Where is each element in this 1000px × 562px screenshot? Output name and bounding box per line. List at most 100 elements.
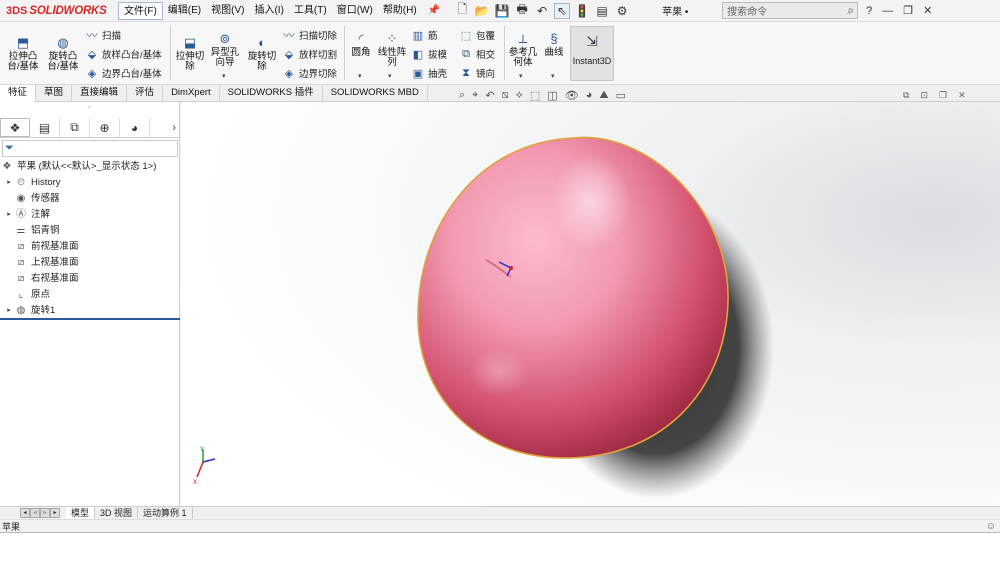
tab-mbd[interactable]: SOLIDWORKS MBD bbox=[323, 85, 428, 102]
fillet-button[interactable]: ◜ 圆角 bbox=[348, 32, 374, 58]
configuration-manager-tab-icon[interactable]: ⧉ bbox=[60, 118, 90, 137]
extrude-cut-button[interactable]: ⬓ 拉伸切除 bbox=[174, 36, 206, 72]
status-help-icon[interactable]: ☺ bbox=[986, 521, 996, 532]
tab-features[interactable]: 特征 bbox=[0, 85, 37, 102]
rib-button[interactable]: ▥ 筋 bbox=[410, 27, 438, 43]
rebuild-icon[interactable]: 🚦 bbox=[574, 4, 590, 18]
undo-icon[interactable]: ↶ bbox=[534, 4, 550, 18]
options-gear-icon[interactable]: ⚙ bbox=[614, 4, 630, 18]
menu-insert[interactable]: 插入(I) bbox=[249, 2, 288, 20]
zoom-to-fit-icon[interactable]: ⌕ bbox=[459, 89, 465, 102]
expand-arrow-icon[interactable]: ▸ bbox=[4, 207, 14, 223]
tab-evaluate[interactable]: 评估 bbox=[127, 85, 164, 102]
print-icon[interactable]: 🖶 bbox=[514, 0, 530, 21]
zoom-area-icon[interactable]: ⌖ bbox=[472, 89, 478, 102]
tree-item-history[interactable]: ▸ ⏲ History bbox=[0, 175, 180, 191]
revolve-boss-button[interactable]: ◍ 旋转凸 台/基体 bbox=[44, 36, 82, 72]
rollback-bar[interactable] bbox=[0, 318, 180, 320]
tree-item-revolve1[interactable]: ▸ ◍ 旋转1 bbox=[0, 303, 180, 319]
solidworks-logo[interactable]: 3DS SOLIDWORKS bbox=[0, 0, 118, 22]
tree-item-sensors[interactable]: ◉ 传感器 bbox=[0, 191, 180, 207]
graphics-area[interactable]: Y X bbox=[181, 102, 1000, 516]
expand-arrow-icon[interactable]: ▸ bbox=[4, 175, 14, 191]
loft-cut-button[interactable]: ⬙ 放样切割 bbox=[281, 46, 337, 62]
new-document-icon[interactable]: 🗋 bbox=[454, 0, 470, 21]
apple-model-render[interactable]: Y X bbox=[181, 102, 1000, 516]
menu-tools[interactable]: 工具(T) bbox=[289, 2, 332, 20]
linear-pattern-button[interactable]: ⁘ 线性阵列 bbox=[376, 32, 408, 68]
display-manager-tab-icon[interactable]: ◕ bbox=[120, 118, 150, 137]
boundary-boss-button[interactable]: ◈ 边界凸台/基体 bbox=[84, 65, 162, 81]
section-view-icon[interactable]: ⧅ bbox=[502, 89, 509, 102]
tree-item-material[interactable]: ⚌ 铝青铜 bbox=[0, 223, 180, 239]
reference-geometry-button[interactable]: ⟂ 参考几 何体 bbox=[507, 32, 539, 68]
last-tab-icon[interactable]: ▸ bbox=[50, 507, 60, 518]
tree-root-part[interactable]: ❖ 苹果 (默认<<默认>_显示状态 1>) bbox=[0, 159, 180, 175]
fillet-dropdown-icon[interactable]: ▾ bbox=[358, 72, 362, 80]
feature-filter[interactable]: ⏷ bbox=[2, 140, 178, 157]
tree-item-origin[interactable]: ⌞ 原点 bbox=[0, 287, 180, 303]
hole-wizard-dropdown-icon[interactable]: ▾ bbox=[222, 72, 226, 80]
next-tab-icon[interactable]: ▹ bbox=[40, 507, 50, 518]
feature-tree-tab-icon[interactable]: ❖ bbox=[0, 118, 30, 137]
menu-view[interactable]: 视图(V) bbox=[206, 2, 249, 20]
pin-icon[interactable]: 📌 bbox=[428, 5, 440, 16]
tab-sketch[interactable]: 草图 bbox=[36, 85, 73, 102]
instant3d-button[interactable]: ⇲ Instant3D bbox=[570, 26, 614, 81]
first-tab-icon[interactable]: ◂ bbox=[20, 507, 30, 518]
sweep-cut-button[interactable]: 〰扫描切除 bbox=[281, 27, 338, 43]
sweep-button[interactable]: 〰扫描 bbox=[84, 27, 122, 43]
help-question-icon[interactable]: ? bbox=[866, 5, 872, 17]
property-manager-tab-icon[interactable]: ▤ bbox=[30, 118, 60, 137]
close-icon[interactable]: ✕ bbox=[923, 4, 932, 17]
display-style-icon[interactable]: ◫ bbox=[547, 89, 557, 102]
file-properties-icon[interactable]: ▤ bbox=[594, 4, 610, 18]
search-commands-box[interactable]: 搜索命令 ⌕ bbox=[722, 2, 859, 19]
menu-window[interactable]: 窗口(W) bbox=[332, 2, 378, 20]
search-icon[interactable]: ⌕ bbox=[847, 3, 857, 18]
revolve-cut-button[interactable]: ◐ 旋转切除 bbox=[245, 36, 279, 72]
menu-edit[interactable]: 编辑(E) bbox=[163, 2, 206, 20]
viewport-restore-icon[interactable]: ❐ bbox=[939, 90, 947, 101]
tree-item-right-plane[interactable]: ⧄ 右视基准面 bbox=[0, 271, 180, 287]
minimize-icon[interactable]: — bbox=[882, 5, 893, 17]
dynamic-annotation-icon[interactable]: ⟡ bbox=[516, 89, 523, 102]
tree-item-annotations[interactable]: ▸ Ⓐ 注解 bbox=[0, 207, 180, 223]
tab-3d-views[interactable]: 3D 视图 bbox=[95, 506, 139, 519]
intersect-button[interactable]: ⧉ 相交 bbox=[458, 46, 495, 62]
viewport-tile-icon[interactable]: ⧉ bbox=[903, 90, 909, 101]
tab-motion-study[interactable]: 运动算例 1 bbox=[138, 506, 193, 519]
menu-file[interactable]: 文件(F) bbox=[118, 1, 163, 20]
tab-direct-editing[interactable]: 直接编辑 bbox=[72, 85, 128, 102]
panel-scroll-right-icon[interactable]: › bbox=[172, 122, 176, 134]
search-input[interactable]: 搜索命令 bbox=[727, 3, 847, 18]
wrap-button[interactable]: ⬚ 包覆 bbox=[458, 27, 495, 43]
pattern-dropdown-icon[interactable]: ▾ bbox=[388, 72, 392, 80]
reference-geometry-dropdown-icon[interactable]: ▾ bbox=[519, 72, 523, 80]
tree-item-front-plane[interactable]: ⧄ 前视基准面 bbox=[0, 239, 180, 255]
tree-item-top-plane[interactable]: ⧄ 上视基准面 bbox=[0, 255, 180, 271]
curves-dropdown-icon[interactable]: ▾ bbox=[551, 72, 555, 80]
viewport-close-icon[interactable]: ✕ bbox=[958, 90, 966, 101]
open-icon[interactable]: 📂 bbox=[474, 4, 490, 18]
mirror-button[interactable]: ⧗ 镜向 bbox=[458, 65, 495, 81]
dimxpert-manager-tab-icon[interactable]: ⊕ bbox=[90, 118, 120, 137]
boundary-cut-button[interactable]: ◈ 边界切除 bbox=[281, 65, 337, 81]
shell-button[interactable]: ▣ 抽壳 bbox=[410, 65, 447, 81]
edit-appearance-icon[interactable]: ◕ bbox=[586, 89, 593, 102]
tab-dimxpert[interactable]: DimXpert bbox=[163, 85, 220, 102]
expand-arrow-icon[interactable]: ▸ bbox=[4, 303, 14, 319]
view-orientation-icon[interactable]: ⬚ bbox=[530, 89, 540, 102]
apply-scene-icon[interactable]: ⛰ bbox=[599, 89, 608, 102]
view-settings-icon[interactable]: ▭ bbox=[616, 89, 626, 102]
menu-help[interactable]: 帮助(H) bbox=[378, 2, 422, 20]
viewport-minimize-icon[interactable]: ⊡ bbox=[920, 90, 928, 101]
restore-icon[interactable]: ❐ bbox=[903, 4, 913, 17]
draft-button[interactable]: ◧ 拔模 bbox=[410, 46, 447, 62]
loft-boss-button[interactable]: ⬙ 放样凸台/基体 bbox=[84, 46, 162, 62]
panel-grip-icon[interactable]: ◦ bbox=[88, 104, 90, 111]
previous-view-icon[interactable]: ↶ bbox=[485, 89, 494, 102]
prev-tab-icon[interactable]: ◃ bbox=[30, 507, 40, 518]
extrude-boss-button[interactable]: ⬒ 拉伸凸 台/基体 bbox=[4, 36, 42, 72]
save-icon[interactable]: 💾 bbox=[494, 4, 510, 18]
